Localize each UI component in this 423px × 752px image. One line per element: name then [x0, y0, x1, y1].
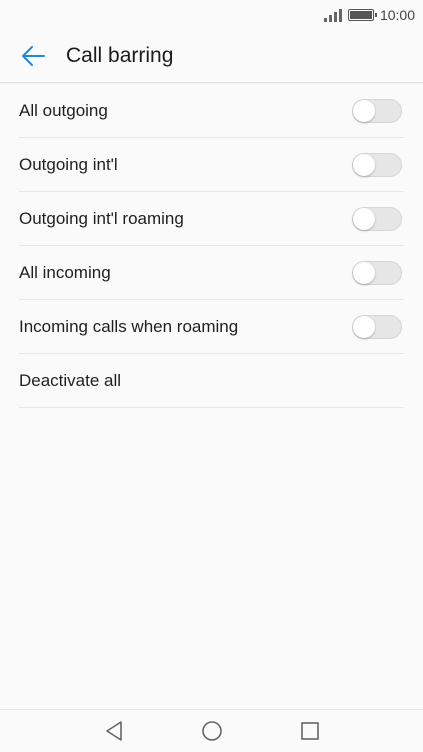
nav-recents-square-icon	[300, 722, 319, 740]
status-bar: 10:00	[0, 0, 423, 30]
outgoing-intl-toggle[interactable]	[352, 152, 402, 177]
list-item-label: Incoming calls when roaming	[19, 316, 239, 336]
nav-back-button[interactable]	[99, 716, 129, 746]
nav-back-triangle-icon	[105, 721, 122, 741]
list-item-all-outgoing[interactable]: All outgoing	[19, 84, 404, 138]
toggle-knob	[353, 207, 375, 230]
toggle-knob	[353, 153, 375, 176]
toggle-knob	[353, 99, 375, 122]
outgoing-intl-roaming-toggle[interactable]	[352, 206, 402, 231]
toggle-knob	[353, 315, 375, 338]
signal-icon	[323, 8, 342, 22]
list-item-outgoing-intl-roaming[interactable]: Outgoing int'l roaming	[19, 192, 404, 246]
all-incoming-toggle[interactable]	[352, 260, 402, 285]
all-outgoing-toggle[interactable]	[352, 98, 402, 123]
list-item-label: Deactivate all	[19, 370, 122, 390]
list-item-label: Outgoing int'l roaming	[19, 208, 184, 228]
arrow-left-icon	[22, 46, 45, 66]
back-button[interactable]	[8, 30, 58, 83]
call-barring-list: All outgoing Outgoing int'l Outgoing int…	[19, 84, 404, 408]
app-bar: Call barring	[0, 30, 423, 83]
list-item-label: Outgoing int'l	[19, 154, 118, 174]
toggle-knob	[353, 261, 375, 284]
status-time: 10:00	[379, 7, 415, 23]
list-item-label: All incoming	[19, 262, 111, 282]
incoming-roaming-toggle[interactable]	[352, 314, 402, 339]
nav-recents-button[interactable]	[295, 716, 325, 746]
page-title: Call barring	[66, 44, 174, 67]
list-item-incoming-roaming[interactable]: Incoming calls when roaming	[19, 300, 404, 354]
list-item-all-incoming[interactable]: All incoming	[19, 246, 404, 300]
list-item-outgoing-intl[interactable]: Outgoing int'l	[19, 138, 404, 192]
navigation-bar	[0, 709, 423, 752]
list-item-deactivate-all[interactable]: Deactivate all	[19, 354, 404, 408]
list-item-label: All outgoing	[19, 100, 108, 120]
battery-icon	[347, 9, 377, 21]
nav-home-button[interactable]	[197, 716, 227, 746]
nav-home-circle-icon	[201, 721, 222, 741]
